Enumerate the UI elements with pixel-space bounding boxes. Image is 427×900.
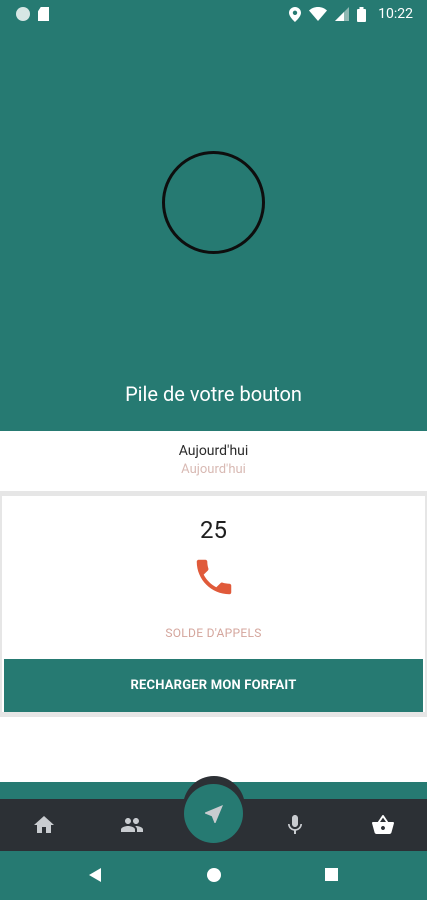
nav-basket[interactable]: [369, 811, 397, 839]
recents-icon[interactable]: [325, 868, 338, 881]
hero-panel: Pile de votre bouton: [0, 28, 427, 431]
calls-balance-caption: SOLDE D'APPELS: [165, 626, 262, 640]
notification-dot-icon: [16, 7, 30, 21]
status-right: 10:22: [289, 6, 413, 22]
wifi-icon: [309, 7, 328, 21]
nav-home[interactable]: [30, 811, 58, 839]
status-left: [16, 7, 49, 21]
status-bar: 10:22: [0, 0, 427, 28]
home-icon: [34, 816, 54, 833]
nav-contacts[interactable]: [118, 811, 146, 839]
navigation-icon: [204, 804, 223, 823]
battery-level-ring: [162, 151, 265, 254]
calls-balance-value: 25: [200, 516, 227, 544]
battery-icon: [357, 6, 367, 22]
microphone-icon: [288, 815, 302, 834]
phone-icon: [196, 559, 232, 595]
today-sub-label: Aujourd'hui: [181, 462, 246, 477]
basket-icon: [372, 815, 394, 834]
status-time: 10:22: [378, 6, 413, 22]
today-label: Aujourd'hui: [178, 443, 249, 459]
hero-title: Pile de votre bouton: [125, 382, 302, 406]
today-section: Aujourd'hui Aujourd'hui: [0, 431, 427, 491]
back-icon[interactable]: [89, 868, 101, 882]
nav-microphone[interactable]: [281, 811, 309, 839]
location-icon: [289, 6, 302, 22]
sd-card-icon: [38, 7, 49, 21]
nav-navigation-fab[interactable]: [184, 784, 243, 843]
home-circle-icon[interactable]: [207, 868, 221, 882]
signal-icon: [335, 7, 350, 21]
calls-card: 25 SOLDE D'APPELS RECHARGER MON FORFAIT: [2, 496, 425, 712]
system-nav-bar: [0, 851, 427, 900]
people-icon: [121, 818, 143, 832]
calls-card-wrapper: 25 SOLDE D'APPELS RECHARGER MON FORFAIT: [0, 491, 427, 717]
recharge-plan-button[interactable]: RECHARGER MON FORFAIT: [4, 659, 423, 712]
